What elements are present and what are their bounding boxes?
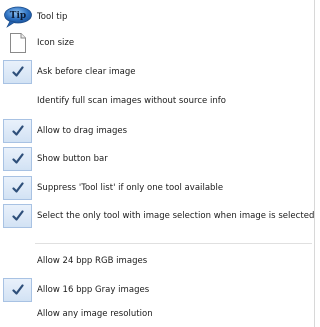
menu-item-gutter bbox=[0, 203, 35, 229]
menu-item-allow-drag[interactable]: Allow to drag images bbox=[0, 118, 312, 144]
menu-item-tool-tip[interactable]: Tip Tool tip bbox=[0, 4, 312, 30]
tip-bubble-icon: Tip bbox=[3, 6, 32, 28]
menu-item-label: Allow to drag images bbox=[37, 126, 128, 136]
menu-item-suppress-tool-list[interactable]: Suppress 'Tool list' if only one tool av… bbox=[0, 175, 312, 201]
menu-separator bbox=[35, 243, 312, 244]
checkmark-icon bbox=[11, 210, 24, 221]
menu-item-label: Tool tip bbox=[37, 12, 68, 22]
menu-item-ask-before-clear[interactable]: Ask before clear image bbox=[0, 59, 312, 85]
menu-item-gutter bbox=[0, 146, 35, 172]
menu-item-allow-any-resolution[interactable]: Allow any image resolution bbox=[0, 301, 312, 327]
page-icon bbox=[9, 33, 26, 53]
menu-item-label: Allow 24 bpp RGB images bbox=[37, 256, 148, 266]
menu-item-allow-16bpp-gray[interactable]: Allow 16 bpp Gray images bbox=[0, 277, 312, 303]
checkmark-icon bbox=[11, 66, 24, 77]
menu-item-identify-full-scan[interactable]: Identify full scan images without source… bbox=[0, 88, 312, 114]
menu-item-label: Show button bar bbox=[37, 154, 108, 164]
checkmark-box bbox=[3, 176, 32, 200]
menu-item-allow-24bpp-rgb[interactable]: Allow 24 bpp RGB images bbox=[0, 248, 312, 274]
checkmark-box bbox=[3, 204, 32, 228]
checkmark-box bbox=[3, 278, 32, 302]
menu-item-gutter bbox=[0, 301, 35, 327]
checkmark-icon bbox=[11, 182, 24, 193]
checkmark-icon bbox=[11, 284, 24, 295]
menu-item-gutter bbox=[0, 248, 35, 274]
menu-item-gutter bbox=[0, 175, 35, 201]
menu-item-label: Select the only tool with image selectio… bbox=[37, 211, 315, 221]
menu-item-gutter bbox=[0, 30, 35, 56]
menu-item-label: Identify full scan images without source… bbox=[37, 96, 227, 106]
menu-item-label: Icon size bbox=[37, 38, 75, 48]
menu-item-show-button-bar[interactable]: Show button bar bbox=[0, 146, 312, 172]
menu-item-label: Allow any image resolution bbox=[37, 309, 153, 319]
menu-item-label: Suppress 'Tool list' if only one tool av… bbox=[37, 183, 224, 193]
checkmark-box bbox=[3, 119, 32, 143]
checkmark-box bbox=[3, 147, 32, 171]
checkmark-icon bbox=[11, 153, 24, 164]
menu-item-label: Ask before clear image bbox=[37, 67, 136, 77]
checkmark-box bbox=[3, 60, 32, 84]
menu-item-icon-size[interactable]: Icon size bbox=[0, 30, 312, 56]
menu-item-gutter: Tip bbox=[0, 4, 35, 30]
checkmark-icon bbox=[11, 125, 24, 136]
menu-item-label: Allow 16 bpp Gray images bbox=[37, 285, 150, 295]
menu-item-gutter bbox=[0, 118, 35, 144]
options-menu: Tip Tool tip Icon size Ask before clear … bbox=[0, 0, 315, 327]
menu-item-gutter bbox=[0, 88, 35, 114]
menu-item-gutter bbox=[0, 277, 35, 303]
menu-item-select-only-tool[interactable]: Select the only tool with image selectio… bbox=[0, 203, 315, 229]
menu-item-gutter bbox=[0, 59, 35, 85]
tip-icon-text: Tip bbox=[9, 11, 25, 21]
